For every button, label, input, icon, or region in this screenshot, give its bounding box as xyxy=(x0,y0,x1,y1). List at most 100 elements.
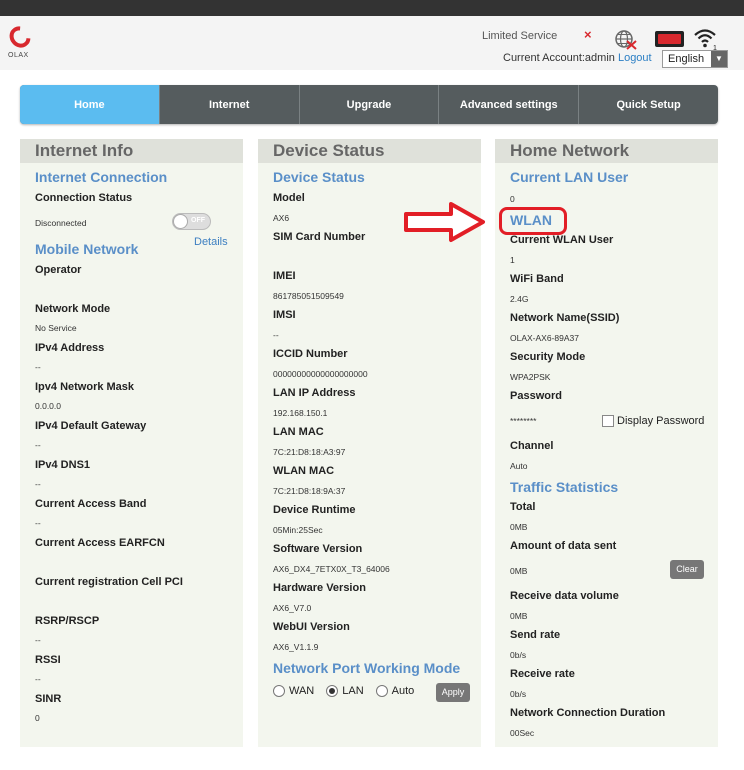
nav-internet[interactable]: Internet xyxy=(160,85,300,124)
field-value: Disconnected xyxy=(35,218,87,228)
clear-button[interactable]: Clear xyxy=(670,560,704,579)
section-title: Mobile Network xyxy=(35,241,139,257)
field-value: 0MB xyxy=(510,611,528,621)
section-title: Network Port Working Mode xyxy=(273,660,461,676)
radio-button[interactable] xyxy=(326,685,339,697)
field-label: Current Access Band xyxy=(35,498,147,510)
display-password-checkbox[interactable]: Display Password xyxy=(602,415,704,427)
field-value: AX6_V7.0 xyxy=(273,603,312,613)
language-value: English xyxy=(668,53,705,65)
field-value: -- xyxy=(35,635,41,645)
field-label: Hardware Version xyxy=(273,582,366,594)
field-value: 861785051509549 xyxy=(273,291,344,301)
panel-title: Internet Info xyxy=(20,139,243,163)
section-title: Traffic Statistics xyxy=(510,479,619,495)
field-label: Current registration Cell PCI xyxy=(35,576,183,588)
panel-title: Device Status xyxy=(258,139,481,163)
olax-logo: OLAX xyxy=(5,22,38,66)
field-label: Total xyxy=(510,501,536,513)
field-label: Device Runtime xyxy=(273,504,356,516)
section-title: Internet Connection xyxy=(35,169,168,185)
panel-title: Home Network xyxy=(495,139,718,163)
field-value: 2.4G xyxy=(510,294,529,304)
home-network-panel: Home Network Current LAN User 0 WLAN Cur… xyxy=(495,139,718,747)
logout-link[interactable]: Logout xyxy=(618,52,652,64)
field-label: LAN MAC xyxy=(273,426,324,438)
section-title: Device Status xyxy=(273,169,365,185)
field-label: WLAN MAC xyxy=(273,465,335,477)
field-label: Password xyxy=(510,390,562,402)
checkbox[interactable] xyxy=(602,415,614,427)
field-value: 0MB xyxy=(510,522,528,532)
password-value: ******** xyxy=(510,416,537,426)
field-value: Auto xyxy=(510,461,528,471)
field-value: 0.0.0.0 xyxy=(35,401,61,411)
port-mode-group: WAN LAN Auto xyxy=(273,685,426,697)
connection-toggle[interactable]: OFF xyxy=(172,213,211,230)
field-label: LAN IP Address xyxy=(273,387,356,399)
field-label: SINR xyxy=(35,693,62,705)
language-select[interactable]: English ▼ xyxy=(662,50,728,68)
field-value: 0b/s xyxy=(510,689,527,699)
radio-button[interactable] xyxy=(273,685,285,697)
field-value: 7C:21:D8:18:A3:97 xyxy=(273,447,346,457)
field-value: 05Min:25Sec xyxy=(273,525,323,535)
chevron-down-icon: ▼ xyxy=(711,51,727,67)
field-value: 0 xyxy=(510,194,515,204)
nav-upgrade[interactable]: Upgrade xyxy=(300,85,440,124)
limited-service-text: Limited Service xyxy=(482,30,558,42)
field-value: 7C:21:D8:18:9A:37 xyxy=(273,486,346,496)
account-label: Current Account:admin xyxy=(503,52,615,64)
field-label: Channel xyxy=(510,440,554,452)
details-link[interactable]: Details xyxy=(194,236,228,248)
main-nav: Home Internet Upgrade Advanced settings … xyxy=(20,85,718,124)
field-value: 00000000000000000000 xyxy=(273,369,368,379)
field-value: 1 xyxy=(510,255,515,265)
field-value: -- xyxy=(35,440,41,450)
field-label: IPv4 Address xyxy=(35,342,105,354)
header-bar: OLAX Limited Service × 1 Current Account… xyxy=(0,16,744,70)
port-mode-auto[interactable]: Auto xyxy=(375,685,414,697)
field-label: Current Access EARFCN xyxy=(35,537,165,549)
globe-icon xyxy=(615,30,637,50)
field-value: 0b/s xyxy=(510,650,527,660)
field-label: Amount of data sent xyxy=(510,540,617,552)
field-value: WPA2PSK xyxy=(510,372,551,382)
nav-quick-setup[interactable]: Quick Setup xyxy=(579,85,718,124)
field-label: RSSI xyxy=(35,654,61,666)
field-label: Ipv4 Network Mask xyxy=(35,381,135,393)
field-label: Receive data volume xyxy=(510,590,619,602)
port-mode-lan[interactable]: LAN xyxy=(326,685,364,697)
field-label: IPv4 Default Gateway xyxy=(35,420,147,432)
field-label: IMEI xyxy=(273,270,296,282)
field-label: Security Mode xyxy=(510,351,586,363)
account-info: Current Account:admin Logout xyxy=(503,52,652,64)
section-title: Current LAN User xyxy=(510,169,629,185)
field-value: AX6 xyxy=(273,213,290,223)
field-value: 00Sec xyxy=(510,728,535,738)
close-icon: × xyxy=(584,27,592,42)
field-label: Connection Status xyxy=(35,192,133,204)
field-value: -- xyxy=(35,674,41,684)
nav-advanced-settings[interactable]: Advanced settings xyxy=(439,85,580,124)
red-arrow-annotation xyxy=(404,202,485,242)
apply-button[interactable]: Apply xyxy=(436,683,470,702)
field-value: -- xyxy=(35,479,41,489)
checkbox-label: Display Password xyxy=(617,415,705,427)
field-label: IPv4 DNS1 xyxy=(35,459,91,471)
field-label: WebUI Version xyxy=(273,621,350,633)
field-value: 0MB xyxy=(510,566,528,576)
field-value: OLAX-AX6-89A37 xyxy=(510,333,579,343)
battery-icon xyxy=(655,31,684,47)
field-value: 0 xyxy=(35,713,40,723)
field-label: Model xyxy=(273,192,305,204)
port-mode-wan[interactable]: WAN xyxy=(273,685,314,697)
field-label: WiFi Band xyxy=(510,273,564,285)
nav-home[interactable]: Home xyxy=(20,85,160,124)
field-label: Receive rate xyxy=(510,668,575,680)
radio-button[interactable] xyxy=(375,685,388,697)
top-strip xyxy=(0,0,744,16)
internet-info-panel: Internet Info Internet Connection Connec… xyxy=(20,139,243,747)
field-label: ICCID Number xyxy=(273,348,348,360)
field-label: RSRP/RSCP xyxy=(35,615,100,627)
